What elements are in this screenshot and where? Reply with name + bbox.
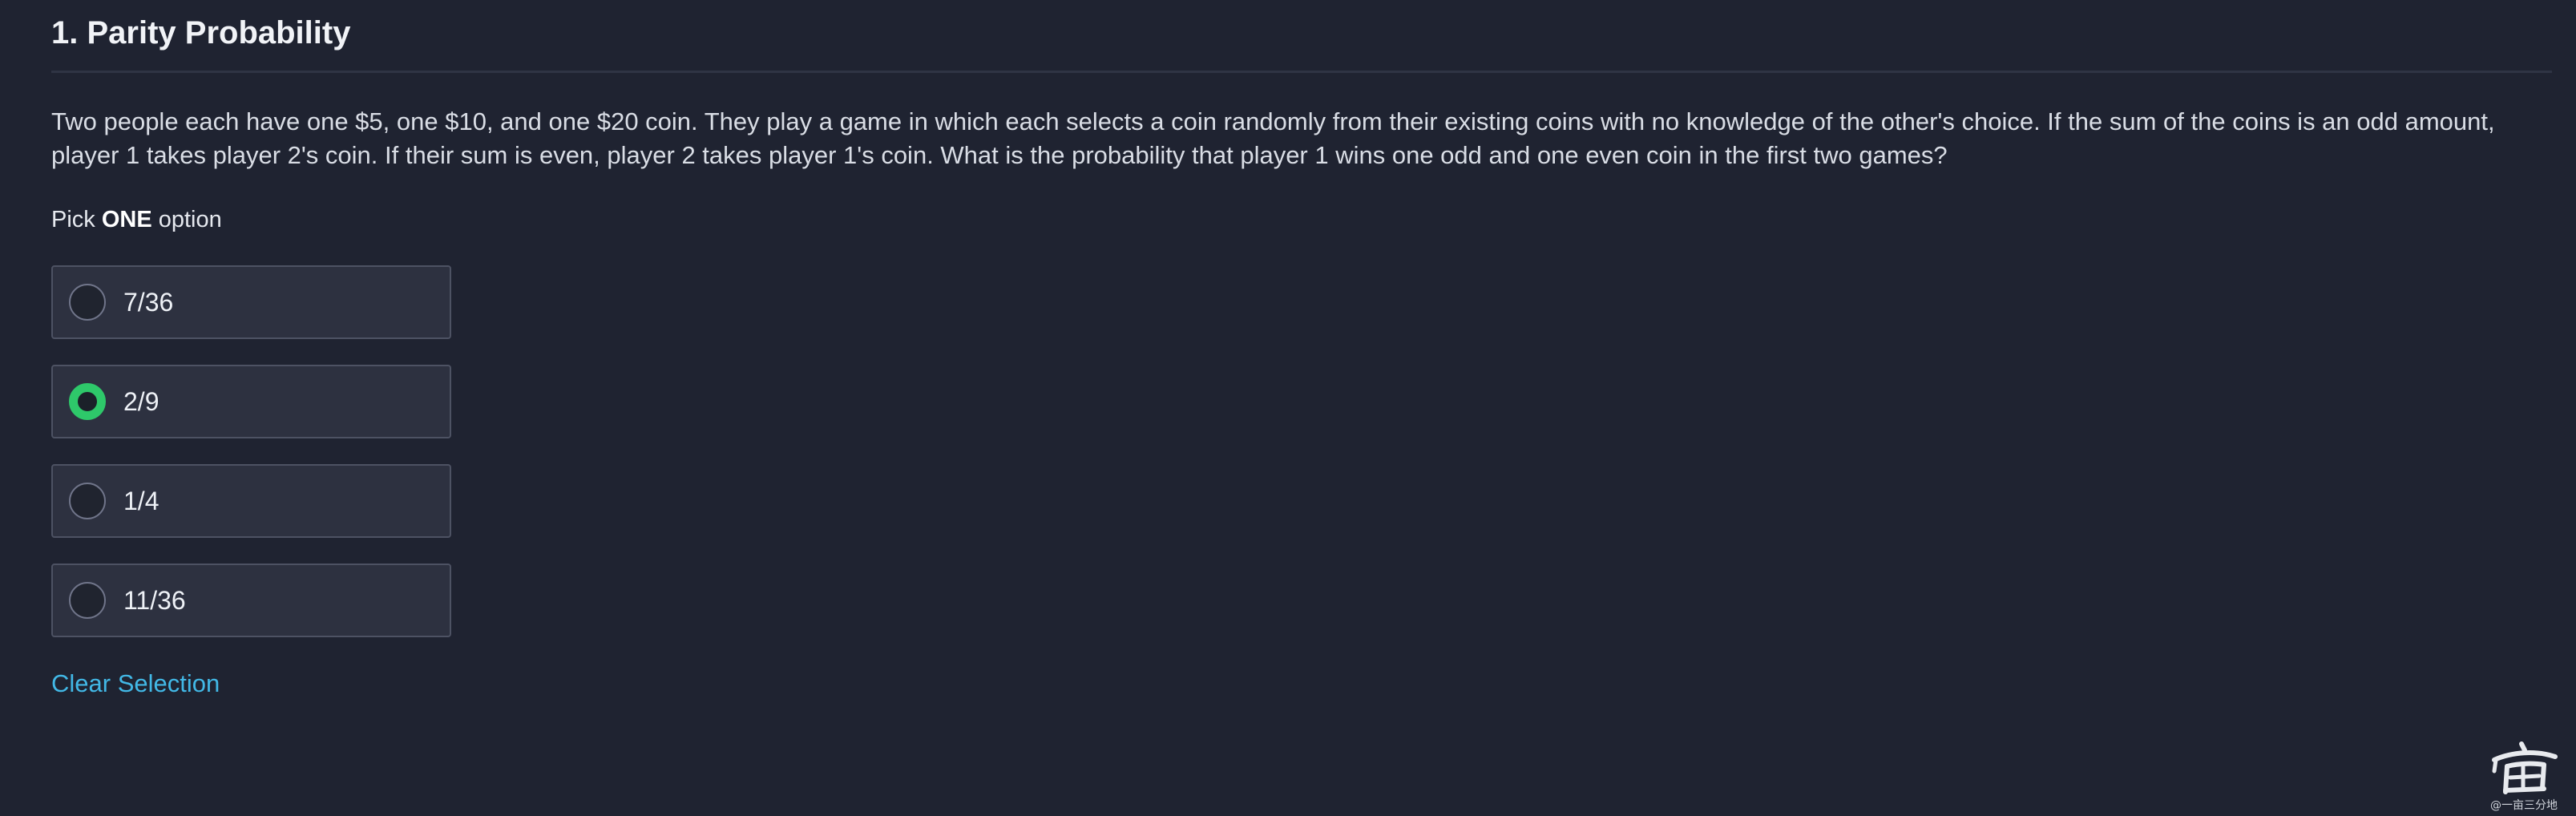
question-body: Two people each have one $5, one $10, an…: [51, 107, 2495, 169]
option-label: 7/36: [123, 287, 174, 317]
options-list: 7/36 2/9 1/4 11/36: [51, 265, 2552, 637]
pick-instruction: Pick ONE option: [51, 204, 2552, 235]
option-2-9[interactable]: 2/9: [51, 365, 451, 438]
radio-button-icon[interactable]: [69, 483, 106, 519]
option-label: 11/36: [123, 585, 186, 615]
radio-button-icon[interactable]: [69, 284, 106, 321]
option-1-4[interactable]: 1/4: [51, 464, 451, 538]
option-label: 1/4: [123, 486, 159, 515]
question-title: 1. Parity Probability: [51, 15, 351, 50]
pick-emphasis: ONE: [101, 207, 152, 232]
option-label: 2/9: [123, 386, 159, 416]
pick-prefix: Pick: [51, 207, 102, 232]
pick-suffix: option: [151, 207, 222, 232]
radio-button-icon[interactable]: [69, 582, 106, 619]
option-7-36[interactable]: 7/36: [51, 265, 451, 339]
clear-selection-link[interactable]: Clear Selection: [51, 669, 220, 698]
question-text: Two people each have one $5, one $10, an…: [51, 105, 2552, 172]
radio-button-selected-icon[interactable]: [69, 383, 106, 420]
option-11-36[interactable]: 11/36: [51, 564, 451, 637]
watermark-seal-icon: [2492, 741, 2558, 794]
watermark-text: @一亩三分地: [2490, 799, 2558, 812]
question-panel: 1. Parity Probability Two people each ha…: [51, 0, 2552, 698]
watermark-logo: @一亩三分地: [2480, 739, 2568, 813]
title-divider: [51, 71, 2552, 73]
